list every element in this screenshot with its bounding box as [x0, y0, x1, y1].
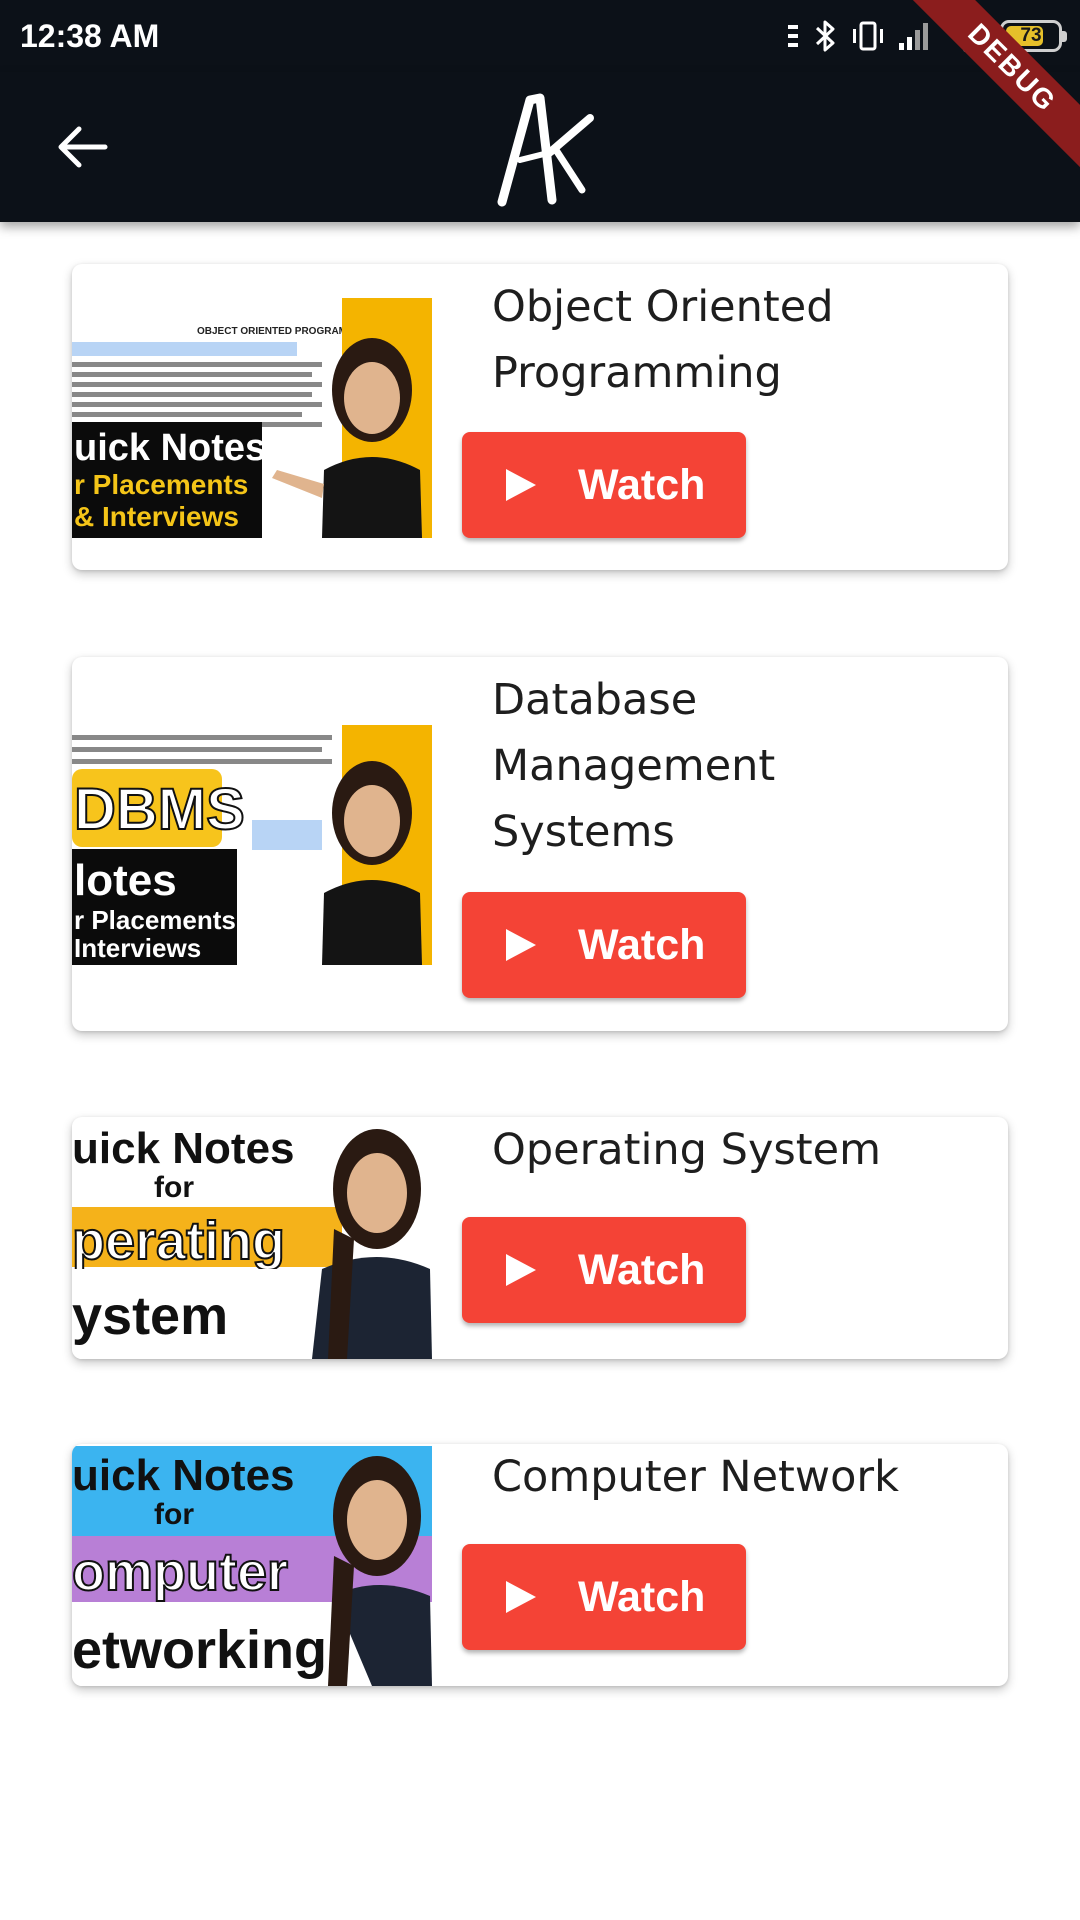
- play-icon[interactable]: [502, 927, 538, 963]
- course-card: OBJECT ORIENTED PROGRAMMING uick Notes r…: [72, 264, 1008, 570]
- course-title: Object Oriented Programming: [492, 282, 834, 398]
- vibrate-icon: [853, 21, 883, 51]
- watch-button-label[interactable]: Watch: [578, 921, 705, 970]
- menu-dots-icon: [788, 25, 798, 47]
- play-icon[interactable]: [502, 1579, 538, 1615]
- course-title: Operating System: [492, 1125, 881, 1175]
- status-bar: 12:38 AM 73: [0, 0, 1080, 72]
- battery-level: 73: [1020, 25, 1042, 46]
- watch-button-label[interactable]: Watch: [578, 461, 705, 510]
- course-title: Computer Network: [492, 1452, 899, 1502]
- course-thumbnail-image: OBJECT ORIENTED PROGRAMMING uick Notes r…: [72, 298, 432, 538]
- watch-button-label[interactable]: Watch: [578, 1246, 705, 1295]
- status-time: 12:38 AM: [20, 18, 160, 54]
- course-card: uick Notes for omputer etworking Compute…: [72, 1444, 1008, 1686]
- thumbnail-overlay-line: perating: [72, 1211, 285, 1271]
- bluetooth-icon: [815, 20, 835, 52]
- battery-icon: 73: [1000, 20, 1067, 52]
- thumbnail-overlay-line: uick Notes: [72, 1451, 295, 1500]
- back-button[interactable]: [40, 112, 126, 182]
- thumbnail-overlay-line: r Placements: [74, 905, 236, 935]
- watch-button[interactable]: Watch: [462, 892, 746, 998]
- thumbnail-overlay-line: omputer: [72, 1542, 288, 1602]
- thumbnail-overlay-line: Interviews: [74, 933, 201, 963]
- thumbnail-overlay-line: ystem: [72, 1286, 228, 1346]
- thumbnail-overlay-line: lotes: [74, 856, 177, 905]
- course-card: DBMS lotes r Placements Interviews Datab…: [72, 657, 1008, 1031]
- thumbnail-overlay-line: r Placements: [74, 469, 248, 500]
- course-thumbnail: uick Notes for perating ystem: [72, 1119, 432, 1359]
- course-thumbnail-image: DBMS lotes r Placements Interviews: [72, 725, 432, 965]
- course-card: uick Notes for perating ystem Operating …: [72, 1117, 1008, 1359]
- thumbnail-overlay-line: for: [154, 1171, 194, 1204]
- status-icons: 73: [786, 14, 1067, 58]
- thumbnail-overlay-line: DBMS: [74, 777, 245, 842]
- play-icon[interactable]: [502, 467, 538, 503]
- signal-icon: [899, 23, 928, 50]
- watch-button[interactable]: Watch: [462, 1544, 746, 1650]
- watch-button-label[interactable]: Watch: [578, 1573, 705, 1622]
- course-thumbnail: DBMS lotes r Placements Interviews: [72, 725, 432, 965]
- course-thumbnail: OBJECT ORIENTED PROGRAMMING uick Notes r…: [72, 298, 432, 538]
- ak-logo-icon: [497, 93, 594, 207]
- course-thumbnail-image: uick Notes for perating ystem: [72, 1119, 432, 1359]
- thumbnail-overlay-line: & Interviews: [74, 501, 239, 532]
- course-thumbnail-image: uick Notes for omputer etworking: [72, 1446, 432, 1686]
- thumbnail-overlay-line: etworking: [72, 1620, 327, 1680]
- app-bar: [0, 72, 1080, 222]
- watch-button[interactable]: Watch: [462, 432, 746, 538]
- arrow-left-icon[interactable]: [57, 125, 109, 169]
- thumbnail-overlay-line: uick Notes: [74, 427, 266, 469]
- watch-button[interactable]: Watch: [462, 1217, 746, 1323]
- wifi-icon: [946, 21, 986, 52]
- play-icon[interactable]: [502, 1252, 538, 1288]
- course-title: Database Management Systems: [492, 675, 776, 857]
- thumbnail-overlay-line: for: [154, 1498, 194, 1531]
- course-thumbnail: uick Notes for omputer etworking: [72, 1446, 432, 1686]
- thumbnail-overlay-line: uick Notes: [72, 1124, 295, 1173]
